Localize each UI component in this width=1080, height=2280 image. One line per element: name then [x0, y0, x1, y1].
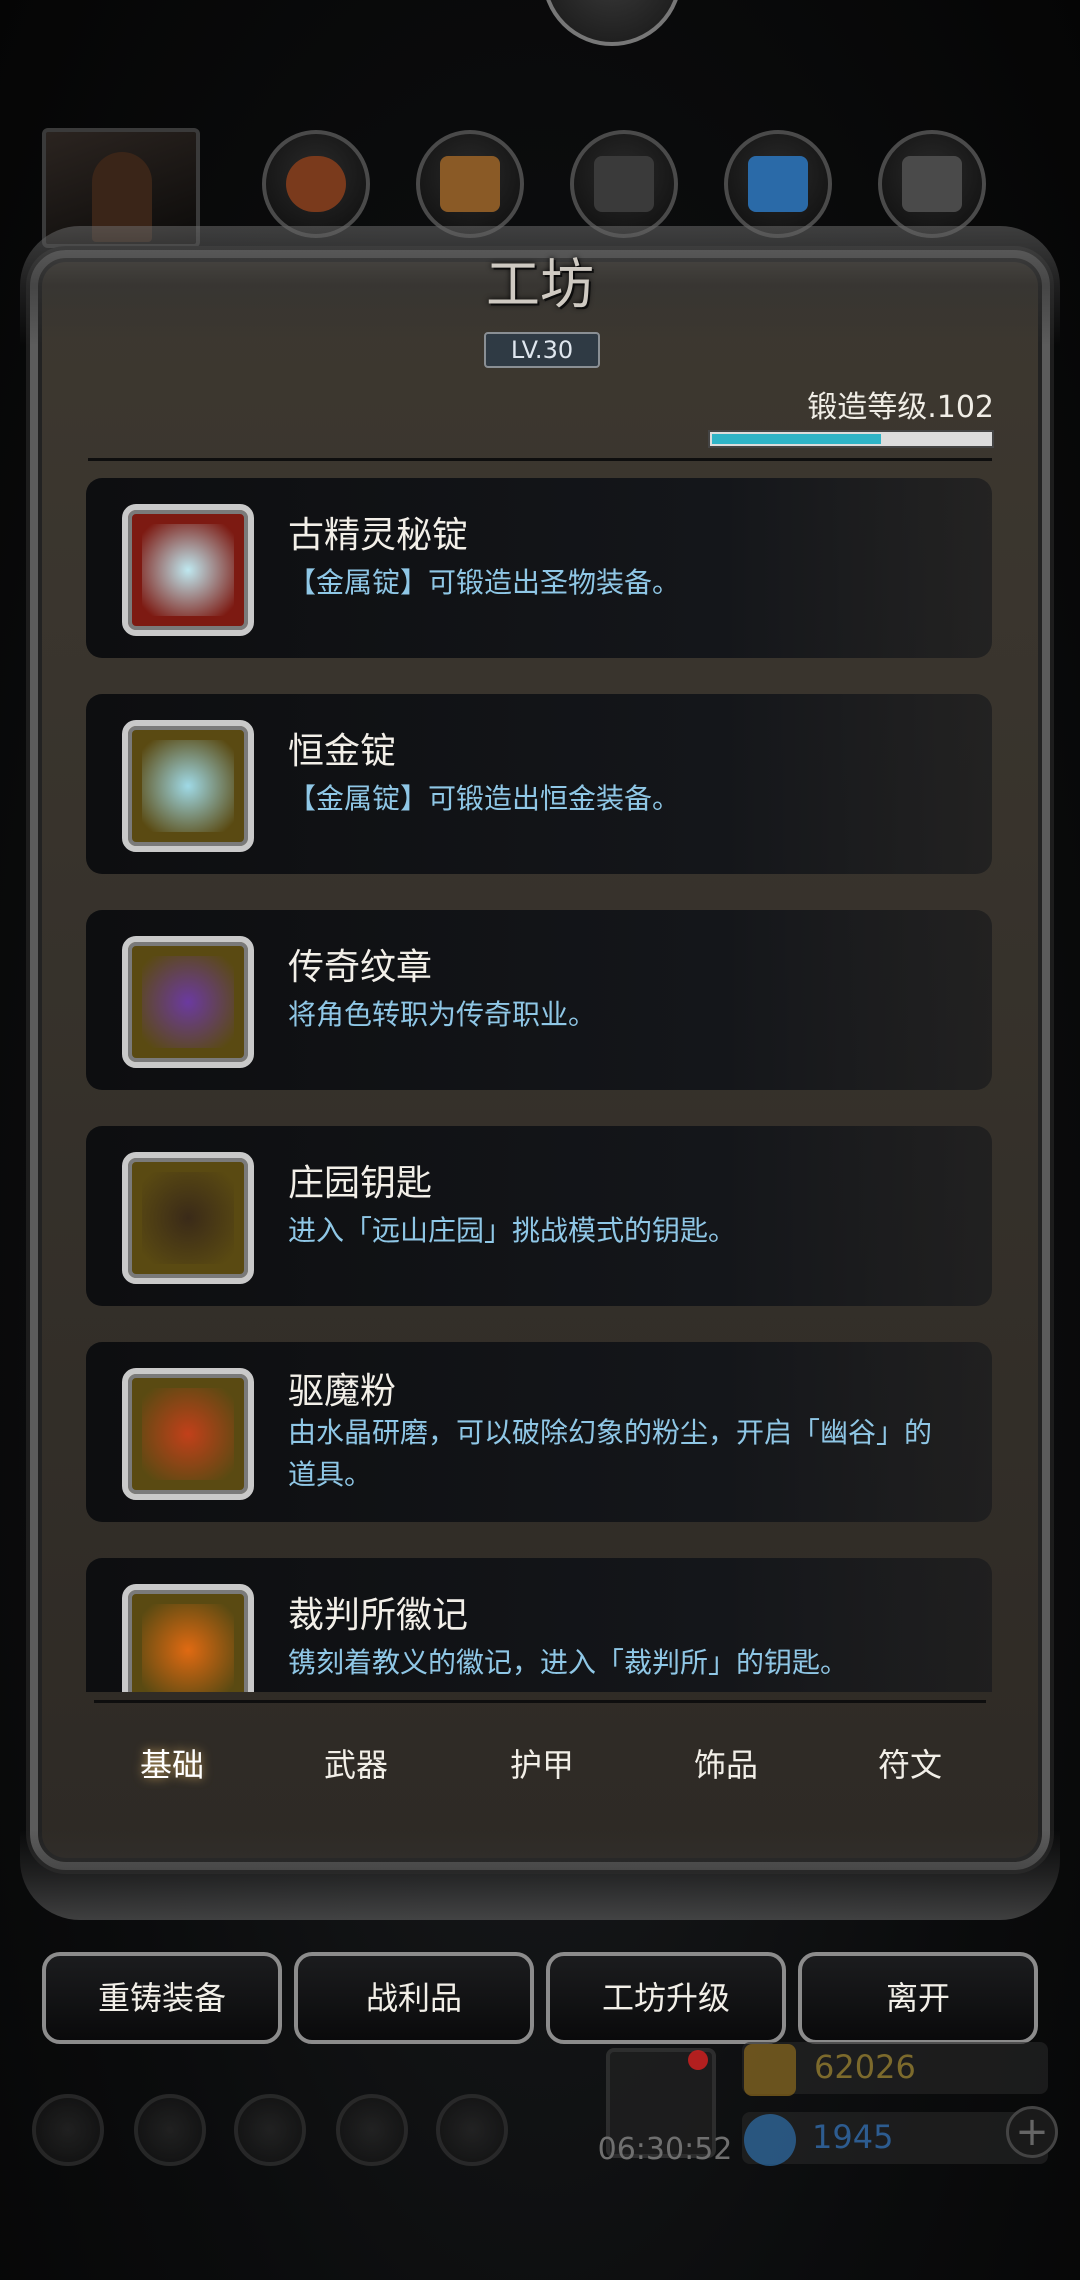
meat-icon[interactable]	[262, 130, 370, 238]
leave-button[interactable]: 离开	[798, 1952, 1038, 2044]
list-item[interactable]: 古精灵秘锭 【金属锭】可锻造出圣物装备。	[86, 478, 992, 658]
settings-icon[interactable]	[32, 2094, 104, 2166]
item-desc: 【金属锭】可锻造出恒金装备。	[288, 782, 681, 815]
tab-accessories[interactable]: 饰品	[656, 1730, 796, 1800]
item-name: 庄园钥匙	[288, 1163, 433, 1204]
achievement-icon[interactable]	[134, 2094, 206, 2166]
crystal-icon[interactable]	[724, 130, 832, 238]
item-desc: 由水晶研磨，可以破除幻象的粉尘，开启「幽谷」的道具。	[288, 1416, 933, 1491]
item-name: 恒金锭	[288, 731, 397, 772]
stone-icon[interactable]	[570, 130, 678, 238]
notification-dot	[688, 2050, 708, 2070]
tab-basic[interactable]: 基础	[102, 1730, 242, 1800]
upgrade-workshop-button[interactable]: 工坊升级	[546, 1952, 786, 2044]
panel-bottom-ornament	[20, 1830, 1060, 1920]
item-desc: 将角色转职为传奇职业。	[288, 998, 597, 1031]
tab-weapons[interactable]: 武器	[286, 1730, 426, 1800]
item-name: 传奇纹章	[288, 947, 433, 988]
eternal-ingot-icon	[122, 720, 254, 852]
add-gems-button[interactable]: +	[1006, 2106, 1058, 2158]
tab-runes[interactable]: 符文	[840, 1730, 980, 1800]
gift-timer: 06:30:52	[597, 2132, 733, 2167]
wood-icon[interactable]	[416, 130, 524, 238]
forge-level-label: 锻造等级.102	[807, 390, 994, 425]
list-item[interactable]: 传奇纹章 将角色转职为传奇职业。	[86, 910, 992, 1090]
list-item[interactable]: 庄园钥匙 进入「远山庄园」挑战模式的钥匙。	[86, 1126, 992, 1306]
gem-amount: 1945	[812, 2118, 894, 2156]
item-name: 裁判所徽记	[288, 1595, 469, 1636]
exorcism-powder-icon	[122, 1368, 254, 1500]
reforge-button[interactable]: 重铸装备	[42, 1952, 282, 2044]
item-name: 驱魔粉	[288, 1371, 397, 1412]
item-desc: 进入「远山庄园」挑战模式的钥匙。	[288, 1214, 737, 1247]
item-list[interactable]: 古精灵秘锭 【金属锭】可锻造出圣物装备。 恒金锭 【金属锭】可锻造出恒金装备。 …	[80, 472, 1000, 1692]
workshop-level-badge: LV.30	[484, 332, 600, 368]
legend-crest-icon	[122, 936, 254, 1068]
mail-icon[interactable]	[336, 2094, 408, 2166]
character-medallion[interactable]	[542, 0, 682, 46]
tribunal-emblem-icon	[122, 1584, 254, 1692]
manor-key-icon	[122, 1152, 254, 1284]
list-item[interactable]: 裁判所徽记 镌刻着教义的徽记，进入「裁判所」的钥匙。	[86, 1558, 992, 1692]
ancient-ingot-icon	[122, 504, 254, 636]
gem-icon	[744, 2114, 796, 2166]
forge-progress-bar	[708, 430, 994, 448]
codex-icon[interactable]	[234, 2094, 306, 2166]
gold-amount: 62026	[814, 2048, 916, 2086]
item-desc: 镌刻着教义的徽记，进入「裁判所」的钥匙。	[288, 1646, 849, 1679]
list-item[interactable]: 驱魔粉 由水晶研磨，可以破除幻象的粉尘，开启「幽谷」的道具。	[86, 1342, 992, 1522]
item-name: 古精灵秘锭	[288, 515, 469, 556]
divider	[88, 458, 992, 461]
list-item[interactable]: 恒金锭 【金属锭】可锻造出恒金装备。	[86, 694, 992, 874]
gold-icon	[744, 2044, 796, 2096]
shop-icon[interactable]	[436, 2094, 508, 2166]
ore-icon[interactable]	[878, 130, 986, 238]
tab-armor[interactable]: 护甲	[472, 1730, 612, 1800]
loot-button[interactable]: 战利品	[294, 1952, 534, 2044]
page-title: 工坊	[486, 253, 594, 316]
item-desc: 【金属锭】可锻造出圣物装备。	[288, 566, 681, 599]
tabs-divider	[94, 1700, 986, 1703]
